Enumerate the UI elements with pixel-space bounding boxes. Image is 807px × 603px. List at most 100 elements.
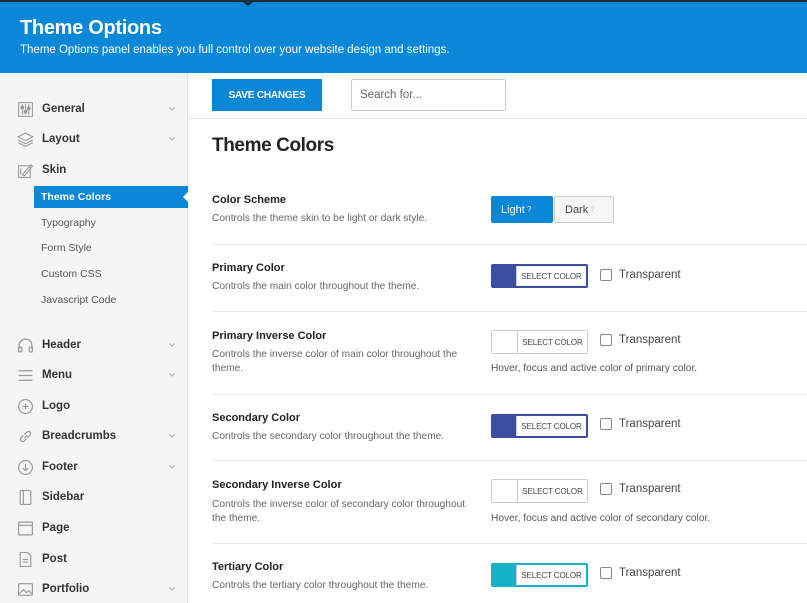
secondary-inverse-transparent-checkbox[interactable]: Transparent: [600, 483, 681, 495]
image-icon: [17, 581, 34, 598]
color-scheme-light-option[interactable]: Light?: [491, 196, 553, 223]
checkbox-label: Transparent: [619, 334, 681, 346]
sidebar-subitem-theme-colors[interactable]: Theme Colors: [34, 186, 189, 208]
sidebar-item-label: Post: [42, 553, 67, 565]
primary-color-transparent-checkbox[interactable]: Transparent: [600, 269, 681, 281]
sidebar-item-header[interactable]: Header: [0, 332, 188, 358]
chevron-down-icon: [169, 373, 175, 377]
help-icon: ?: [526, 205, 532, 214]
color-swatch: [493, 416, 516, 436]
plus-circle-icon: [17, 398, 34, 415]
layers-icon: [17, 131, 34, 148]
sidebar-item-menu[interactable]: Menu: [0, 362, 188, 388]
setting-hint: Hover, focus and active color of seconda…: [491, 513, 711, 524]
option-label: Light: [501, 203, 525, 216]
chevron-down-icon: [169, 465, 175, 469]
link-icon: [17, 428, 34, 445]
setting-title: Tertiary Color: [212, 561, 284, 573]
chevron-down-icon: [169, 343, 175, 347]
sidebar-item-footer[interactable]: Footer: [0, 454, 188, 480]
checkbox[interactable]: [600, 418, 612, 430]
sidebar-item-label: Portfolio: [42, 583, 90, 595]
checkbox-label: Transparent: [619, 567, 681, 579]
sidebar-item-logo[interactable]: Logo: [0, 393, 188, 419]
primary-inverse-transparent-checkbox[interactable]: Transparent: [600, 334, 681, 346]
sidebar-item-general[interactable]: General: [0, 96, 188, 122]
setting-description: Controls the main color throughout the t…: [212, 281, 420, 292]
section-title: Theme Colors: [212, 135, 334, 156]
divider: [212, 543, 807, 544]
banner-notch: [242, 1, 254, 6]
sidebar-icon: [17, 489, 34, 506]
setting-description: Controls the secondary color throughout …: [212, 431, 445, 442]
checkbox[interactable]: [600, 483, 612, 495]
page-subtitle: Theme Options panel enables you full con…: [20, 44, 450, 56]
sidebar-item-label: General: [42, 103, 85, 115]
sidebar: General Layout Skin Theme Colors Typogra…: [0, 73, 189, 603]
checkbox[interactable]: [600, 269, 612, 281]
checkbox[interactable]: [600, 567, 612, 579]
sidebar-item-portfolio[interactable]: Portfolio: [0, 576, 188, 602]
sidebar-item-label: Skin: [42, 164, 67, 176]
sidebar-item-layout[interactable]: Layout: [0, 126, 188, 152]
paint-icon: [17, 162, 34, 179]
sidebar-item-label: Header: [42, 339, 81, 351]
primary-color-picker[interactable]: SELECT COLOR: [491, 264, 588, 288]
header-banner: Theme Options Theme Options panel enable…: [0, 0, 807, 73]
sidebar-subitem-custom-css[interactable]: Custom CSS: [34, 263, 188, 285]
setting-title: Primary Color: [212, 262, 285, 274]
sidebar-item-skin[interactable]: Skin: [0, 157, 188, 183]
sidebar-item-label: Layout: [42, 133, 80, 145]
color-scheme-dark-option[interactable]: Dark?: [554, 196, 614, 223]
select-color-label: SELECT COLOR: [517, 480, 587, 502]
sidebar-subitem-javascript-code[interactable]: Javascript Code: [34, 289, 188, 311]
search-input[interactable]: [351, 79, 506, 111]
menu-icon: [17, 367, 34, 384]
divider: [212, 460, 807, 461]
theme-options-page: Theme Options Theme Options panel enable…: [0, 0, 807, 603]
color-swatch: [492, 331, 517, 353]
setting-hint: Hover, focus and active color of primary…: [491, 363, 698, 374]
sidebar-subitem-form-style[interactable]: Form Style: [34, 237, 188, 259]
select-color-label: SELECT COLOR: [516, 266, 586, 286]
checkbox[interactable]: [600, 334, 612, 346]
setting-description: Controls the theme skin to be light or d…: [212, 213, 428, 224]
checkbox-label: Transparent: [619, 483, 681, 495]
setting-title: Color Scheme: [212, 194, 286, 206]
sidebar-item-sidebar[interactable]: Sidebar: [0, 484, 188, 510]
secondary-color-picker[interactable]: SELECT COLOR: [491, 414, 588, 438]
save-changes-button[interactable]: SAVE CHANGES: [212, 79, 322, 111]
primary-inverse-color-picker[interactable]: SELECT COLOR: [491, 330, 588, 354]
select-color-label: SELECT COLOR: [516, 565, 586, 585]
sidebar-item-label: Sidebar: [42, 491, 85, 503]
setting-title: Secondary Color: [212, 412, 301, 424]
chevron-down-icon: [169, 587, 175, 591]
color-swatch: [493, 266, 516, 286]
setting-description: Controls the tertiary color throughout t…: [212, 580, 429, 591]
sidebar-item-label: Footer: [42, 461, 78, 473]
sidebar-item-breadcrumbs[interactable]: Breadcrumbs: [0, 423, 188, 449]
page-title: Theme Options: [20, 17, 162, 39]
tertiary-color-transparent-checkbox[interactable]: Transparent: [600, 567, 681, 579]
sidebar-item-label: Menu: [42, 369, 73, 381]
select-color-label: SELECT COLOR: [517, 331, 587, 353]
chevron-down-icon: [169, 137, 175, 141]
sidebar-item-post[interactable]: Post: [0, 546, 188, 572]
setting-title: Secondary Inverse Color: [212, 479, 342, 491]
sidebar-item-page[interactable]: Page: [0, 515, 188, 541]
help-icon: ?: [590, 205, 595, 214]
top-toolbar: SAVE CHANGES: [189, 73, 807, 119]
divider: [212, 394, 807, 395]
divider: [212, 311, 807, 312]
setting-description: Controls the inverse color of secondary …: [212, 499, 466, 524]
checkbox-label: Transparent: [619, 418, 681, 430]
sliders-icon: [17, 101, 34, 118]
tertiary-color-picker[interactable]: SELECT COLOR: [491, 563, 588, 587]
divider: [212, 244, 807, 245]
secondary-color-transparent-checkbox[interactable]: Transparent: [600, 418, 681, 430]
color-swatch: [492, 480, 517, 502]
color-scheme-toggle: Light? Dark?: [491, 196, 614, 223]
secondary-inverse-color-picker[interactable]: SELECT COLOR: [491, 479, 588, 503]
sidebar-subitem-typography[interactable]: Typography: [34, 212, 188, 234]
sidebar-item-label: Page: [42, 522, 70, 534]
